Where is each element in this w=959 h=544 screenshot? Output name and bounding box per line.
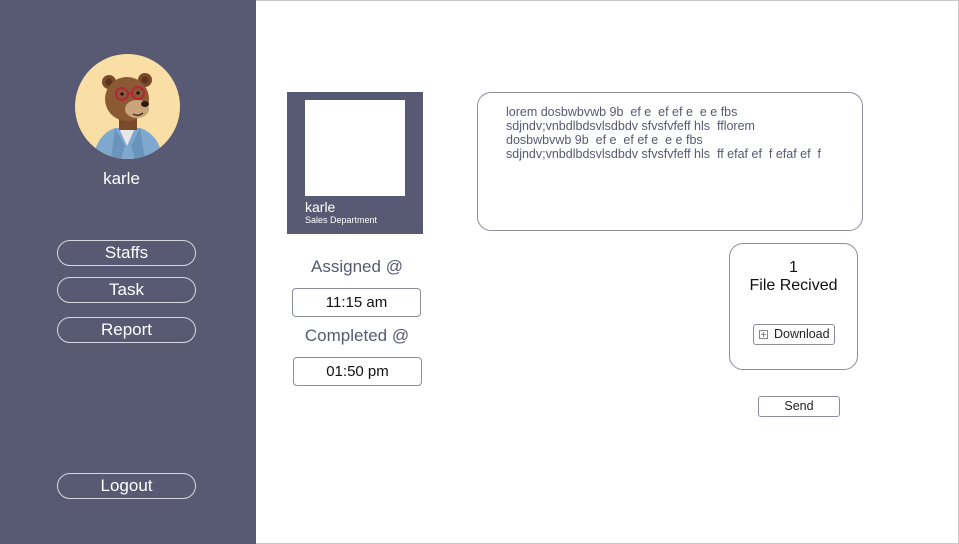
download-label: Download	[774, 327, 830, 341]
task-button[interactable]: Task	[57, 277, 196, 303]
assigned-label: Assigned @	[311, 257, 403, 276]
message-line: sdjndv;vnbdlbdsvlsdbdv sfvsfvfeff hls ff…	[506, 119, 755, 133]
message-line: lorem dosbwbvwb 9b ef e ef ef e e e fbs	[506, 105, 738, 119]
staff-card: karle Sales Department	[287, 92, 423, 234]
bear-avatar-icon	[75, 54, 180, 159]
plus-box-icon	[759, 330, 768, 339]
send-button[interactable]: Send	[758, 396, 840, 417]
report-button[interactable]: Report	[57, 317, 196, 343]
download-button[interactable]: Download	[753, 324, 835, 345]
staff-photo	[305, 100, 405, 196]
completed-time-field[interactable]: 01:50 pm	[293, 357, 422, 386]
staffs-button[interactable]: Staffs	[57, 240, 196, 266]
staff-name: karle	[305, 199, 336, 215]
sidebar: karle Staffs Task Report Logout	[0, 0, 256, 544]
completed-label: Completed @	[304, 326, 410, 345]
file-count: 1	[789, 259, 798, 276]
message-line: sdjndv;vnbdlbdsvlsdbdv sfvsfvfeff hls ff…	[506, 147, 821, 161]
message-box[interactable]: lorem dosbwbvwb 9b ef e ef ef e e e fbs …	[477, 92, 863, 231]
message-line: dosbwbvwb 9b ef e ef ef e e e fbs	[506, 133, 703, 147]
logout-button[interactable]: Logout	[57, 473, 196, 499]
user-name: karle	[103, 169, 140, 188]
assigned-time-field[interactable]: 11:15 am	[292, 288, 421, 317]
file-received-label: File Recived	[749, 277, 838, 294]
file-received-panel: 1 File Recived Download	[729, 243, 858, 370]
staff-department: Sales Department	[305, 215, 378, 225]
